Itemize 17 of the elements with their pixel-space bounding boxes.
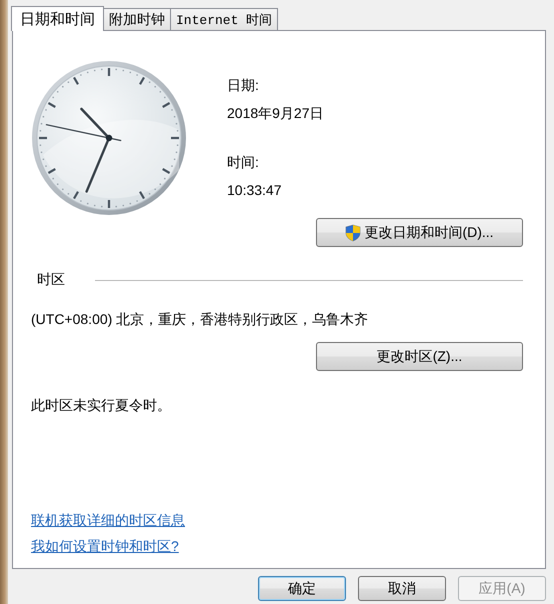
change-date-time-button[interactable]: 更改日期和时间(D)... bbox=[316, 218, 523, 247]
dst-note: 此时区未实行夏令时。 bbox=[31, 397, 172, 415]
help-link[interactable]: 我如何设置时钟和时区? bbox=[31, 538, 179, 556]
time-zone-value: (UTC+08:00) 北京，重庆，香港特别行政区，乌鲁木齐 bbox=[31, 311, 370, 329]
date-value: 2018年9月27日 bbox=[227, 105, 324, 123]
change-time-zone-button[interactable]: 更改时区(Z)... bbox=[316, 342, 523, 371]
time-zone-heading: 时区 bbox=[37, 271, 65, 289]
tab[interactable]: 附加时钟 bbox=[103, 8, 171, 30]
tab[interactable]: 日期和时间 bbox=[11, 6, 104, 31]
help-link[interactable]: 联机获取详细的时区信息 bbox=[31, 512, 185, 530]
shield-icon bbox=[345, 224, 362, 242]
time-label: 时间: bbox=[227, 154, 260, 172]
ok-button[interactable]: 确定 bbox=[258, 576, 346, 601]
tab[interactable]: Internet 时间 bbox=[170, 8, 278, 30]
time-value: 10:33:47 bbox=[227, 182, 282, 200]
date-label: 日期: bbox=[227, 77, 260, 95]
cancel-button[interactable]: 取消 bbox=[358, 576, 446, 601]
